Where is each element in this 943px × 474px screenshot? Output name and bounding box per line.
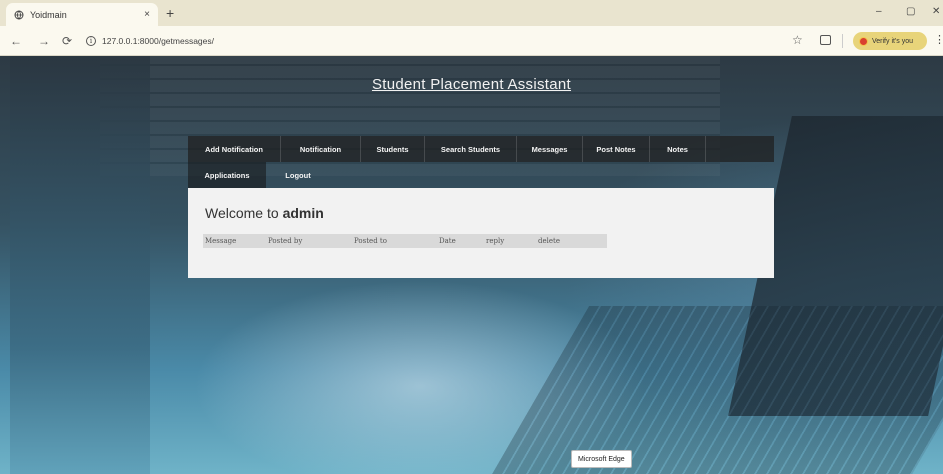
content-panel: Welcome to admin Message Posted by Poste… (188, 188, 774, 278)
nav-search-students[interactable]: Search Students (425, 136, 517, 162)
messages-table-header: Message Posted by Posted to Date reply d… (203, 234, 607, 248)
nav-logout[interactable]: Logout (266, 162, 330, 188)
nav-add-notification[interactable]: Add Notification (188, 136, 281, 162)
back-arrow-icon[interactable]: ← (10, 34, 22, 48)
reload-icon[interactable]: ⟳ (62, 34, 72, 48)
nav-notification[interactable]: Notification (281, 136, 361, 162)
url-field[interactable]: i 127.0.0.1:8000/getmessages/ (86, 36, 214, 46)
maximize-button[interactable]: ▢ (906, 6, 915, 17)
star-icon[interactable]: ☆ (792, 33, 803, 47)
column-message: Message (205, 237, 237, 245)
verify-label: Verify it's you (872, 37, 914, 45)
page-viewport: Student Placement Assistant Add Notifica… (0, 56, 943, 474)
address-bar-row: ← → ⟳ i 127.0.0.1:8000/getmessages/ ☆ Ve… (0, 26, 943, 56)
close-window-button[interactable]: ✕ (932, 6, 940, 17)
nav-messages[interactable]: Messages (517, 136, 583, 162)
verify-button[interactable]: Verify it's you (853, 32, 927, 50)
column-posted-to: Posted to (354, 237, 387, 245)
secondary-nav: Applications Logout (188, 162, 330, 188)
profile-alert-icon (859, 36, 868, 46)
site-title[interactable]: Student Placement Assistant (0, 76, 943, 93)
welcome-username: admin (282, 205, 324, 221)
info-icon[interactable]: i (86, 36, 96, 46)
edge-tooltip: Microsoft Edge (571, 450, 632, 468)
nav-students[interactable]: Students (361, 136, 425, 162)
column-reply: reply (486, 237, 505, 245)
column-delete: delete (538, 237, 560, 245)
split-screen-icon[interactable] (820, 35, 831, 45)
url-text: 127.0.0.1:8000/getmessages/ (102, 36, 214, 46)
background-keyboard (490, 306, 943, 474)
nav-applications[interactable]: Applications (188, 162, 266, 188)
forward-arrow-icon[interactable]: → (38, 34, 50, 48)
main-nav: Add Notification Notification Students S… (188, 136, 774, 162)
background-figure (10, 56, 150, 474)
tab-title: Yoidmain (30, 9, 67, 20)
welcome-heading: Welcome to admin (205, 205, 324, 221)
column-date: Date (439, 237, 456, 245)
more-vertical-icon[interactable]: ⋮ (934, 33, 943, 46)
column-posted-by: Posted by (268, 237, 303, 245)
new-tab-button[interactable]: + (166, 5, 174, 21)
globe-icon (14, 10, 24, 20)
browser-tab-bar: Yoidmain × + – ▢ ✕ (0, 0, 943, 26)
nav-notes[interactable]: Notes (650, 136, 706, 162)
browser-tab[interactable]: Yoidmain × (6, 3, 158, 26)
toolbar-divider (842, 34, 843, 48)
welcome-prefix: Welcome to (205, 205, 279, 221)
tab-close-button[interactable]: × (144, 9, 150, 20)
minimize-button[interactable]: – (876, 6, 882, 17)
nav-post-notes[interactable]: Post Notes (583, 136, 650, 162)
